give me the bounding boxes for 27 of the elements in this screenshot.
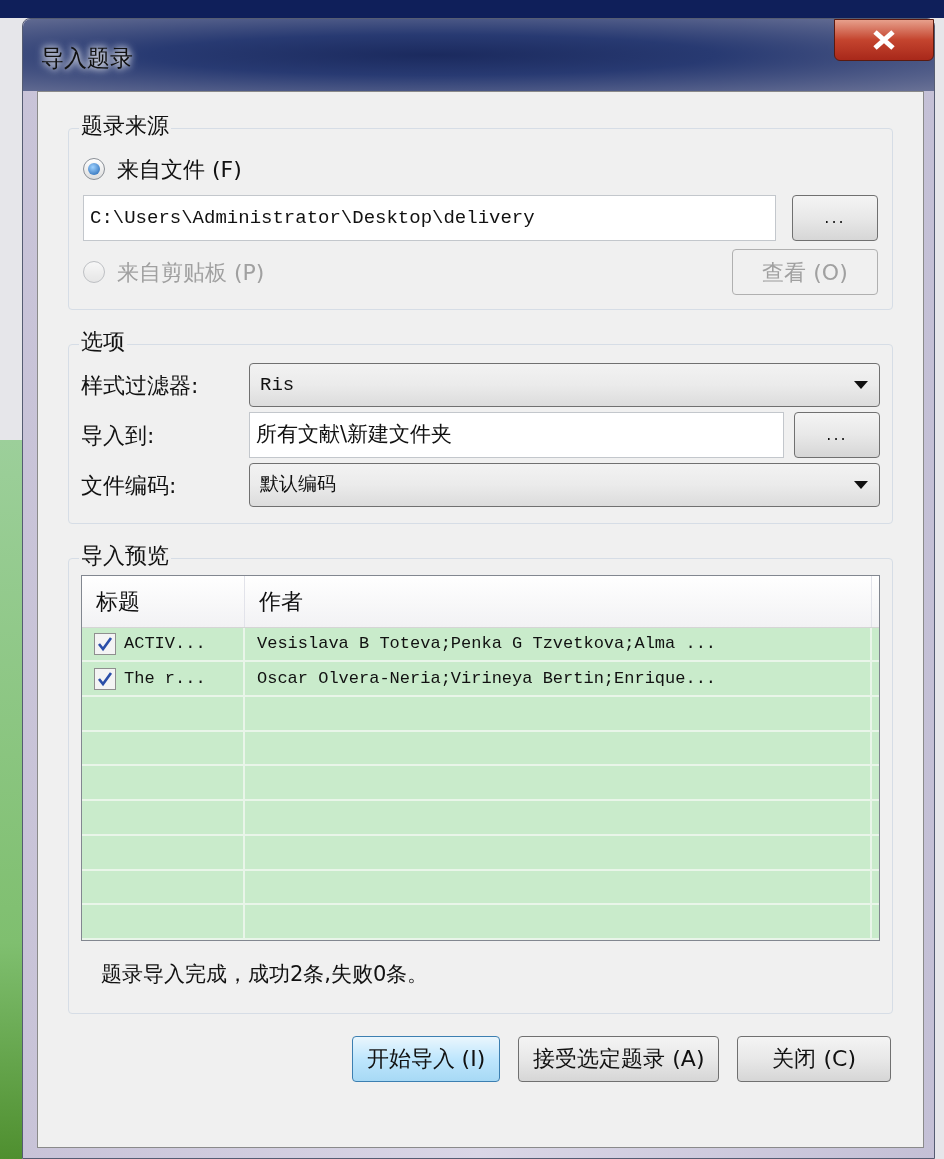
table-cell-text: Oscar Olvera-Neria;Virineya Bertin;Enrique... xyxy=(257,667,717,690)
table-cell-text: The r... xyxy=(124,667,206,690)
status-text: 题录导入完成，成功2条,失败0条。 xyxy=(100,961,430,988)
row-checkbox[interactable] xyxy=(94,632,116,655)
window-title: 导入题录 xyxy=(41,44,133,73)
dropdown-arrow-icon xyxy=(853,380,869,390)
dropdown-field[interactable]: 默认编码 xyxy=(249,463,880,507)
folder-field[interactable]: 所有文献\新建文件夹 xyxy=(249,412,784,458)
field-label: 文件编码: xyxy=(81,471,178,500)
dropdown-arrow-icon xyxy=(853,480,869,490)
dialog-button[interactable]: 关闭 (C) xyxy=(737,1035,891,1082)
field-label: 导入到: xyxy=(81,421,156,450)
field-label: 样式过滤器: xyxy=(81,371,200,400)
column-header[interactable]: 标题 xyxy=(82,576,245,627)
column-header[interactable]: 作者 xyxy=(245,576,872,627)
table-cell-text: ACTIV... xyxy=(124,633,206,656)
dropdown-field[interactable]: Ris xyxy=(249,363,880,407)
dialog-button[interactable]: 接受选定题录 (A) xyxy=(518,1035,720,1082)
dialog-button[interactable]: 开始导入 (I) xyxy=(351,1035,501,1082)
table-cell-text: Vesislava B Toteva;Penka G Tzvetkova;Alma ... xyxy=(257,633,717,656)
browse-button[interactable]: ... xyxy=(792,195,878,241)
close-button[interactable] xyxy=(834,19,934,61)
row-checkbox[interactable] xyxy=(94,667,116,690)
file-path-field[interactable]: C:\Users\Administrator\Desktop\delivery xyxy=(83,195,776,241)
radio-option[interactable]: 来自文件 (F) xyxy=(83,147,878,191)
close-icon xyxy=(871,29,897,51)
browse-button[interactable]: ... xyxy=(794,412,880,458)
